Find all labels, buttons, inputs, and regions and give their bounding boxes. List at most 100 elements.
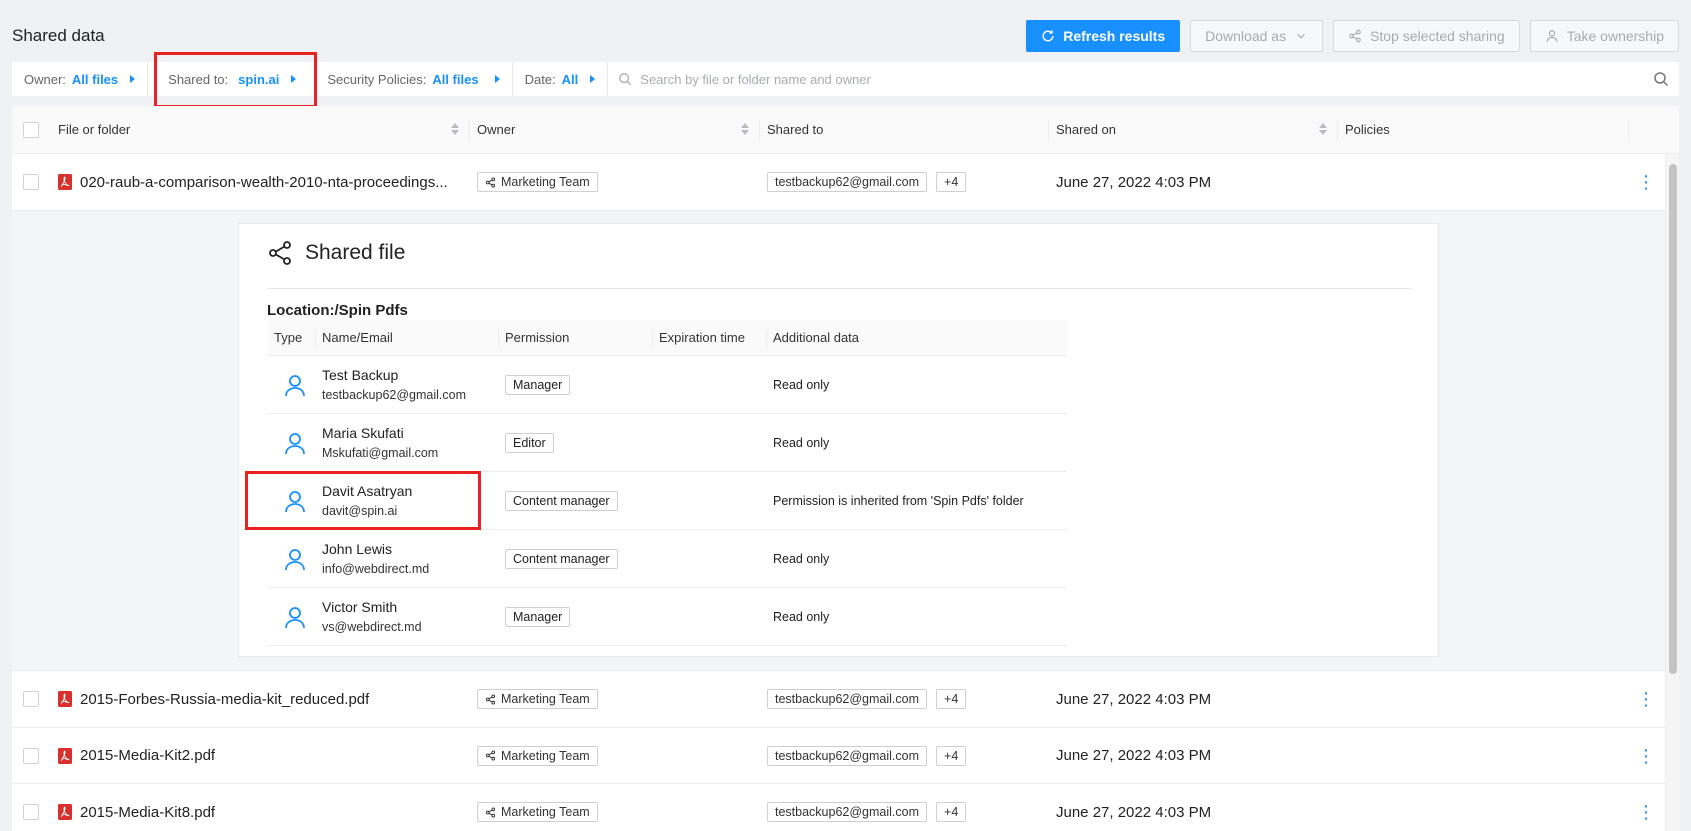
owner-tag: Marketing Team — [477, 745, 598, 766]
shared-on-date: June 27, 2022 4:03 PM — [1056, 747, 1212, 764]
column-actions — [1628, 106, 1679, 154]
more-recipients-tag[interactable]: +4 — [936, 689, 967, 709]
more-recipients-tag[interactable]: +4 — [936, 745, 967, 766]
row-checkbox-cell — [12, 691, 50, 707]
refresh-icon — [1042, 30, 1054, 42]
more-recipients-tag[interactable]: +4 — [936, 172, 967, 192]
shared-to-cell: testbackup62@gmail.com +4 — [759, 671, 1048, 728]
perm-col-additional: Additional data — [766, 320, 1067, 356]
policies-cell — [1337, 154, 1628, 211]
permission-cell: Editor — [498, 432, 652, 453]
column-file-label: File or folder — [58, 122, 131, 137]
shared-on-date: June 27, 2022 4:03 PM — [1056, 803, 1212, 821]
search-icon[interactable] — [1653, 71, 1669, 87]
shared-to-cell: testbackup62@gmail.com +4 — [759, 154, 1048, 211]
select-all-checkbox[interactable] — [23, 121, 39, 138]
file-cell: 2015-Forbes-Russia-media-kit_reduced.pdf — [50, 671, 469, 728]
divider — [267, 288, 1412, 289]
policies-cell — [1337, 784, 1628, 831]
vertical-scrollbar[interactable] — [1665, 154, 1679, 831]
toolbar: Refresh results Download as Stop selecte… — [1026, 20, 1679, 52]
row-checkbox-cell — [12, 747, 50, 764]
owner-name: Marketing Team — [501, 175, 590, 189]
sort-icon[interactable] — [1319, 122, 1327, 135]
permission-cell: Content manager — [498, 490, 652, 511]
search-icon — [619, 73, 632, 86]
user-name: Victor Smith — [322, 599, 398, 615]
owner-tag: Marketing Team — [477, 802, 598, 822]
sort-icon[interactable] — [451, 122, 459, 135]
date-filter-label: Date: — [524, 71, 556, 87]
user-icon — [284, 374, 305, 396]
permission-tag: Content manager — [505, 490, 618, 511]
shared-to-tag: testbackup62@gmail.com — [767, 172, 928, 192]
user-highlight — [245, 471, 481, 530]
shared-on-date: June 27, 2022 4:03 PM — [1056, 173, 1212, 191]
pdf-file-icon — [58, 747, 72, 764]
sort-icon[interactable] — [741, 122, 749, 135]
row-checkbox[interactable] — [23, 174, 39, 190]
additional-data: Read only — [773, 609, 830, 624]
permission-cell: Manager — [498, 606, 652, 627]
shared-to-tag: testbackup62@gmail.com — [767, 745, 928, 766]
table-row[interactable]: 2015-Media-Kit8.pdf Marketing Team testb… — [12, 784, 1679, 831]
name-cell: Maria Skufati Mskufati@gmail.com — [315, 425, 498, 460]
perm-col-type: Type — [274, 330, 303, 345]
shared-files-table: File or folder Owner Shared to Shared on… — [12, 106, 1679, 831]
location-label: Location:/Spin Pdfs — [267, 302, 408, 319]
permission-tag: Manager — [505, 606, 571, 627]
file-name[interactable]: 2015-Forbes-Russia-media-kit_reduced.pdf — [80, 691, 369, 708]
date-filter[interactable]: Date: All — [513, 62, 609, 96]
table-row[interactable]: 020-raub-a-comparison-wealth-2010-nta-pr… — [12, 154, 1679, 211]
column-file-or-folder[interactable]: File or folder — [50, 106, 469, 154]
take-ownership-label: Take ownership — [1566, 28, 1664, 44]
shared-file-panel: Shared file Location:/Spin Pdfs Type Nam… — [238, 223, 1439, 657]
column-shared-on[interactable]: Shared on — [1048, 106, 1337, 154]
permission-tag: Content manager — [505, 548, 618, 569]
caret-right-icon — [130, 75, 136, 83]
column-shared-on-label: Shared on — [1056, 122, 1116, 137]
row-checkbox-cell — [12, 804, 50, 820]
table-row[interactable]: 2015-Media-Kit2.pdf Marketing Team testb… — [12, 728, 1679, 784]
row-checkbox[interactable] — [23, 747, 39, 764]
additional-data: Permission is inherited from 'Spin Pdfs'… — [773, 493, 1024, 508]
permissions-header: Type Name/Email Permission Expiration ti… — [267, 320, 1067, 356]
file-name[interactable]: 2015-Media-Kit8.pdf — [80, 804, 215, 821]
owner-name: Marketing Team — [501, 748, 590, 763]
more-recipients-tag[interactable]: +4 — [936, 802, 967, 822]
more-actions-icon[interactable]: ⋮ — [1637, 173, 1655, 191]
share-icon — [485, 177, 496, 187]
search-input[interactable] — [640, 71, 1645, 87]
owner-cell: Marketing Team — [469, 784, 759, 831]
owner-filter[interactable]: Owner: All files — [12, 62, 149, 96]
file-name[interactable]: 2015-Media-Kit2.pdf — [80, 747, 215, 764]
table-row[interactable]: 2015-Forbes-Russia-media-kit_reduced.pdf… — [12, 671, 1679, 728]
chevron-down-icon — [1297, 33, 1306, 39]
row-checkbox-cell — [12, 174, 50, 190]
permission-cell: Content manager — [498, 548, 652, 569]
pdf-file-icon — [58, 691, 72, 707]
owner-filter-value: All files — [71, 71, 119, 87]
take-ownership-button[interactable]: Take ownership — [1529, 20, 1679, 52]
permission-tag: Manager — [505, 374, 571, 395]
name-cell: Victor Smith vs@webdirect.md — [315, 599, 498, 634]
row-checkbox[interactable] — [23, 804, 39, 820]
file-name[interactable]: 020-raub-a-comparison-wealth-2010-nta-pr… — [80, 174, 448, 191]
download-as-button[interactable]: Download as — [1190, 20, 1324, 52]
type-cell — [267, 605, 315, 629]
owner-cell: Marketing Team — [469, 671, 759, 728]
column-owner[interactable]: Owner — [469, 106, 759, 154]
security-policies-filter-value: All files — [432, 71, 479, 87]
more-actions-icon[interactable]: ⋮ — [1637, 803, 1655, 821]
row-checkbox[interactable] — [23, 691, 39, 707]
user-icon — [284, 548, 305, 570]
more-actions-icon[interactable]: ⋮ — [1637, 747, 1655, 765]
security-policies-filter[interactable]: Security Policies: All files — [315, 62, 513, 96]
table-header: File or folder Owner Shared to Shared on… — [12, 106, 1679, 154]
shared-to-filter-highlight — [154, 52, 317, 108]
policies-cell — [1337, 727, 1628, 784]
stop-selected-sharing-button[interactable]: Stop selected sharing — [1333, 20, 1520, 52]
more-actions-icon[interactable]: ⋮ — [1637, 690, 1655, 708]
refresh-results-button[interactable]: Refresh results — [1026, 20, 1181, 52]
scrollbar-thumb[interactable] — [1669, 164, 1677, 674]
